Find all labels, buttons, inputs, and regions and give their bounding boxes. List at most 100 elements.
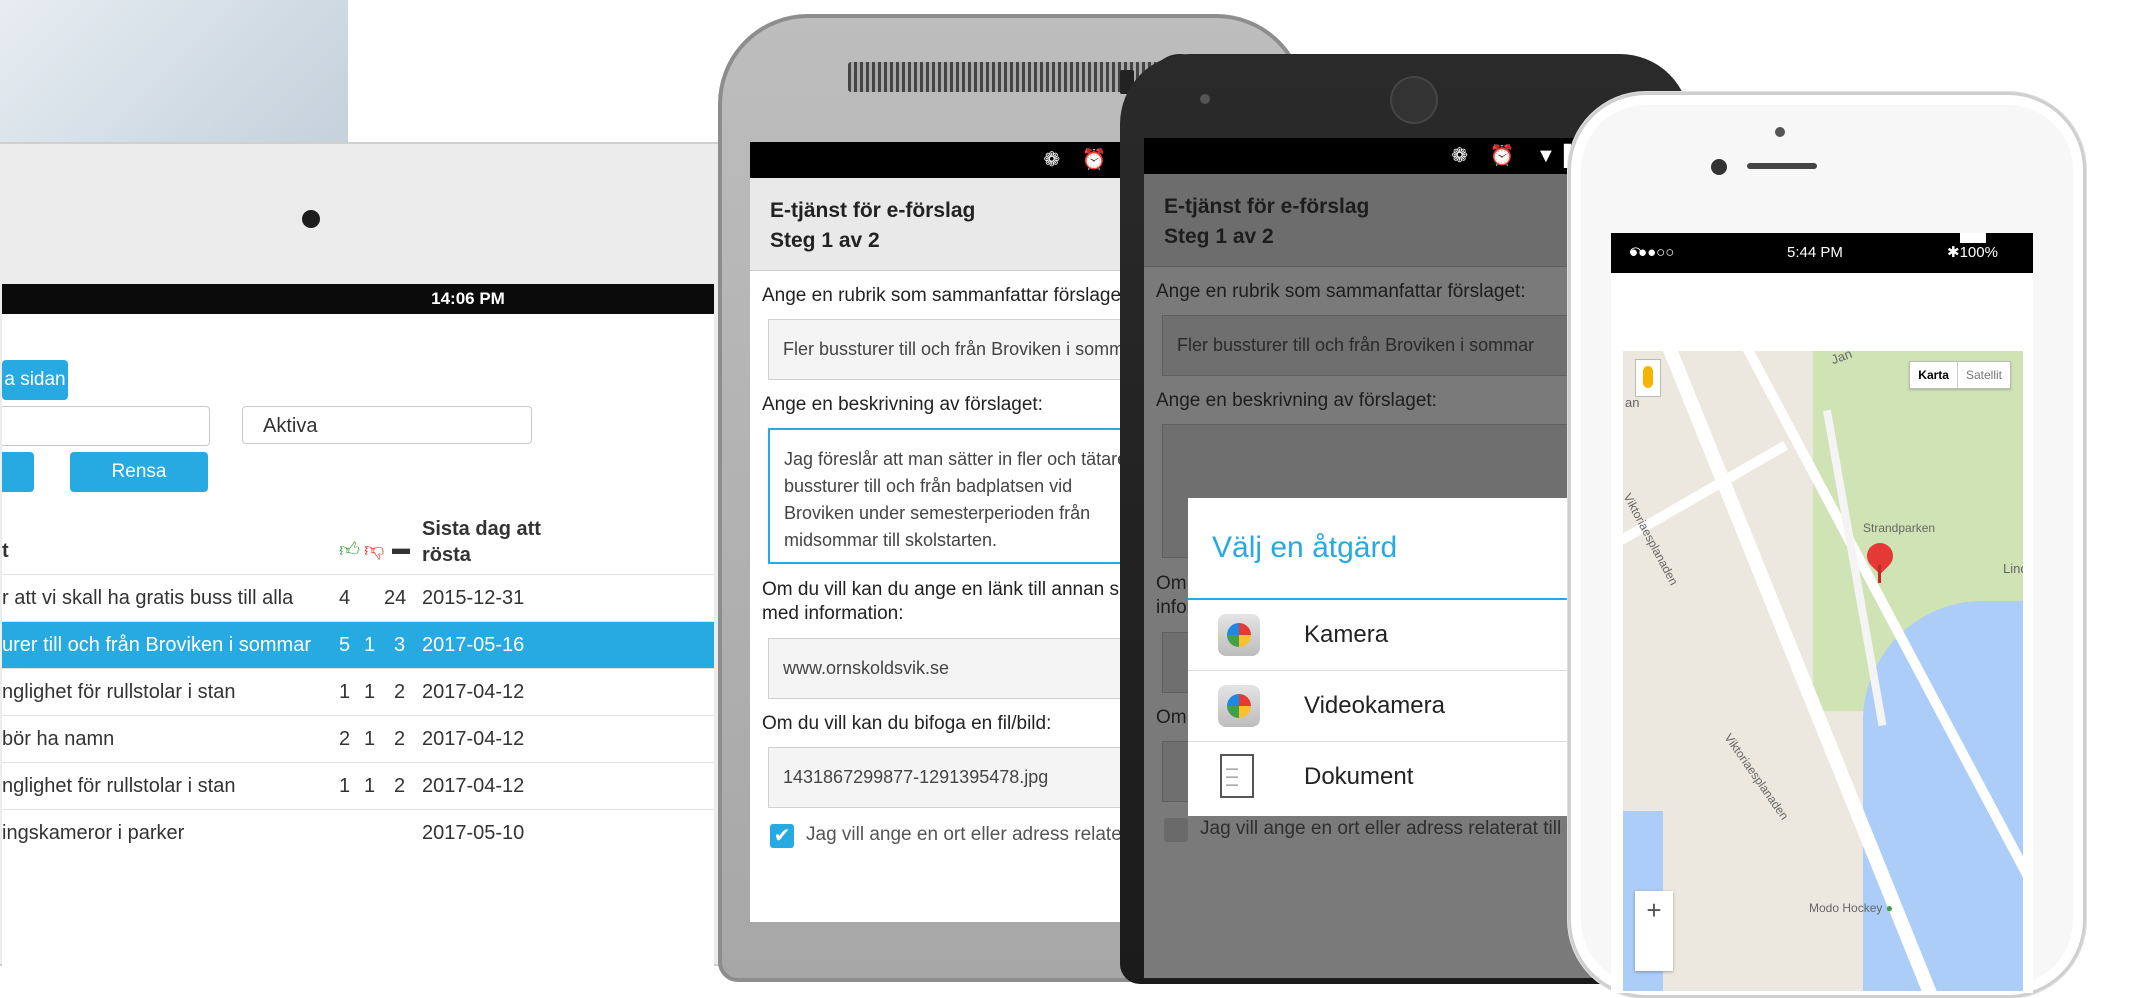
row-up: 5 xyxy=(339,634,351,656)
dialog-option-videocamera[interactable]: Videokamera xyxy=(1188,671,1592,742)
row-down: 1 xyxy=(364,681,376,703)
dialog-title: Välj en åtgärd xyxy=(1188,498,1592,600)
speaker-grille xyxy=(848,62,1158,92)
tablet-search-input[interactable] xyxy=(2,406,210,446)
description-label: Ange en beskrivning av förslaget: xyxy=(1156,390,1437,411)
zoom-in-button[interactable]: + xyxy=(1635,891,1673,929)
map-water xyxy=(1863,601,2023,991)
android-status-bar: ❁ ⏰ ▼ xyxy=(750,142,1170,178)
htc-screen: ❁ ⏰ ▼ E-tjänst för e-förslag Steg 1 av 2… xyxy=(750,142,1170,922)
map-label: Lind xyxy=(2003,561,2023,576)
map-label-hockey: Modo Hockey ● xyxy=(1809,901,1893,915)
form-title: E-tjänst för e-förslag xyxy=(770,199,976,222)
front-camera xyxy=(1390,76,1438,124)
dialog-option-camera[interactable]: Kamera xyxy=(1188,600,1592,671)
location-checkbox-label: Jag vill ange en ort eller adress relate… xyxy=(1200,818,1600,839)
tablet-filter-select[interactable]: Aktiva xyxy=(242,406,532,444)
map-view[interactable]: Karta Satellit Jan an Viktoriaesplanaden … xyxy=(1623,351,2023,991)
map-type-control[interactable]: Karta Satellit xyxy=(1909,361,2011,389)
map-road xyxy=(1623,441,1788,580)
tablet-top-button[interactable]: a sidan xyxy=(2,360,68,400)
form-title: E-tjänst för e-förslag xyxy=(1164,195,1370,218)
dialog-option-label: Kamera xyxy=(1304,621,1389,648)
col-last-day-line2: rösta xyxy=(422,544,471,566)
dialog-option-label: Videokamera xyxy=(1304,692,1445,719)
map-type-map[interactable]: Karta xyxy=(1910,362,1958,388)
table-row[interactable]: urer till och från Broviken i sommar 5 1… xyxy=(2,621,714,669)
dialog-option-document[interactable]: ― ― ― Dokument xyxy=(1188,742,1592,812)
row-comments: 2 xyxy=(394,775,406,797)
row-down: 1 xyxy=(364,728,376,750)
tablet-clear-button[interactable]: Rensa xyxy=(70,452,208,492)
form-header: E-tjänst för e-förslag Steg 1 av 2 xyxy=(750,178,1170,271)
iphone-sensor xyxy=(1775,127,1785,137)
thumbs-up-icon: 👍︎ xyxy=(339,539,360,561)
file-input[interactable]: 1431867299877-1291395478.jpg xyxy=(768,747,1160,808)
dialog-option-label: Dokument xyxy=(1304,763,1414,790)
tablet-device: 14:06 PM a sidan Aktiva Rensa t 👍︎ 👎︎ ▬ … xyxy=(0,142,744,984)
link-input[interactable]: www.ornskoldsvik.se xyxy=(768,638,1160,699)
location-checkbox[interactable] xyxy=(1164,818,1188,842)
map-label: an xyxy=(1625,395,1640,410)
wifi-icon: ◠ xyxy=(1629,244,1643,261)
map-type-satellite[interactable]: Satellit xyxy=(1958,362,2010,388)
row-down: 1 xyxy=(364,775,376,797)
row-title: nglighet för rullstolar i stan xyxy=(2,681,236,703)
form-step: Steg 1 av 2 xyxy=(1164,225,1274,248)
location-checkbox-row[interactable]: ✔ Jag vill ange en ort eller adress relat… xyxy=(750,824,1170,848)
row-up: 1 xyxy=(339,775,351,797)
status-time: 5:44 PM xyxy=(1787,244,1843,261)
row-date: 2017-04-12 xyxy=(422,775,525,797)
map-label-park: Strandparken xyxy=(1863,521,1936,535)
form-header: E-tjänst för e-förslag Steg 1 av 2 xyxy=(1144,174,1600,267)
col-title-header: t xyxy=(2,540,9,562)
location-checkbox[interactable]: ✔ xyxy=(770,824,794,848)
description-label: Ange en beskrivning av förslaget: xyxy=(762,394,1043,415)
tablet-screen: 14:06 PM a sidan Aktiva Rensa t 👍︎ 👎︎ ▬ … xyxy=(2,284,714,984)
tablet-status-time: 14:06 PM xyxy=(431,289,505,308)
tablet-filter-value: Aktiva xyxy=(263,415,318,437)
heading-input[interactable]: Fler bussturer till och från Broviken i … xyxy=(1162,315,1590,376)
street-view-pegman-icon[interactable] xyxy=(1635,359,1661,397)
col-last-day-header: Sista dag att rösta xyxy=(422,516,541,568)
camera-icon xyxy=(1218,614,1260,656)
file-label: Om du vill kan du bifoga en fil/bild: xyxy=(762,713,1052,734)
tablet-status-bar: 14:06 PM xyxy=(2,284,714,314)
front-camera xyxy=(1711,159,1727,175)
table-row[interactable]: ingskameror i parker 2017-05-10 xyxy=(2,809,714,857)
row-date: 2015-12-31 xyxy=(422,587,525,609)
description-textarea[interactable]: Jag föreslår att man sätter in fler och … xyxy=(768,428,1160,564)
row-date: 2017-05-16 xyxy=(422,634,525,656)
status-icons: ❁ ⏰ ▼▌ xyxy=(1451,145,1586,167)
row-date: 2017-05-10 xyxy=(422,822,525,844)
choose-action-dialog: Välj en åtgärd Kamera Videokamera ― ― ― Do… xyxy=(1188,498,1592,816)
ios-status-bar: ●●●○○ S44 ◠ 5:44 PM ✱ 100% xyxy=(1611,233,2033,301)
location-checkbox-label: Jag vill ange en ort eller adress relate… xyxy=(806,824,1170,845)
tablet-search-button[interactable] xyxy=(2,452,34,492)
location-pin-stem xyxy=(1878,565,1881,583)
row-title: bör ha namn xyxy=(2,728,115,750)
heading-label: Ange en rubrik som sammanfattar förslage… xyxy=(1156,281,1526,302)
hockey-label: Modo Hockey xyxy=(1809,901,1883,915)
row-down: 1 xyxy=(364,634,376,656)
row-comments: 2 xyxy=(394,728,406,750)
zoom-control[interactable]: + xyxy=(1635,891,1673,971)
table-row[interactable]: nglighet för rullstolar i stan 1 1 2 201… xyxy=(2,762,714,810)
place-marker-icon: ● xyxy=(1885,901,1893,915)
row-up: 1 xyxy=(339,681,351,703)
row-date: 2017-04-12 xyxy=(422,728,525,750)
row-date: 2017-04-12 xyxy=(422,681,525,703)
row-comments: 3 xyxy=(394,634,406,656)
earpiece-speaker xyxy=(1747,163,1817,169)
link-label: Om du vill kan du ange en länk till anna… xyxy=(762,579,1145,624)
table-row[interactable]: bör ha namn 2 1 2 2017-04-12 xyxy=(2,715,714,763)
heading-label: Ange en rubrik som sammanfattar förslage… xyxy=(762,285,1132,306)
phone-sensor xyxy=(1200,94,1210,104)
battery-indicator: ✱ 100% xyxy=(1947,233,1998,273)
location-checkbox-row[interactable]: Jag vill ange en ort eller adress relate… xyxy=(1144,818,1600,842)
heading-input[interactable]: Fler bussturer till och från Broviken i … xyxy=(768,319,1160,380)
map-label-street: Viktoriaesplanaden xyxy=(1721,731,1792,823)
dark-phone-screen: ❁ ⏰ ▼▌ E-tjänst för e-förslag Steg 1 av … xyxy=(1144,138,1600,978)
table-row[interactable]: r att vi skall ha gratis buss till alla … xyxy=(2,574,714,622)
table-row[interactable]: nglighet för rullstolar i stan 1 1 2 201… xyxy=(2,668,714,716)
